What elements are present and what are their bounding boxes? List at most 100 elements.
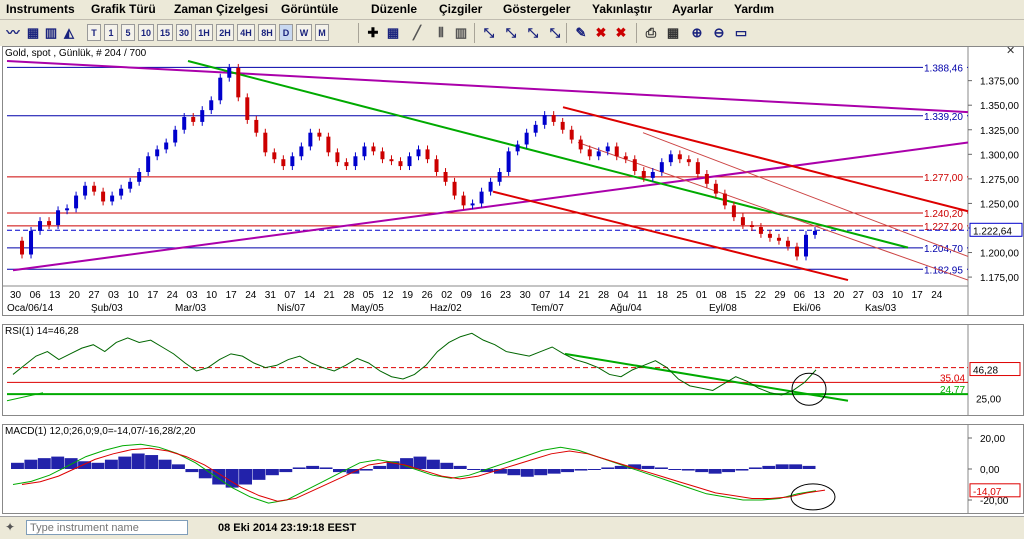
time-month-label: Kas/03	[865, 303, 897, 314]
rsi-current-label: 46,28	[973, 366, 998, 377]
grid-icon[interactable]: ▦	[384, 24, 402, 41]
macd-histogram-bar	[440, 462, 454, 469]
bar-chart-icon[interactable]: ▥	[42, 24, 60, 41]
line-tool-icon[interactable]: ╱	[408, 24, 426, 41]
price-panel[interactable]: Gold, spot , Günlük, # 204 / 700 ✕ 1.375…	[2, 45, 1024, 316]
timeframe-m-button[interactable]: M	[315, 24, 329, 41]
time-day-label: 09	[461, 290, 473, 301]
menu-5[interactable]: Çizgiler	[439, 2, 482, 16]
time-month-label: Haz/02	[430, 303, 462, 314]
price-tick-label: 1.250,00	[980, 199, 1019, 210]
rsi-label-24: 24,77	[940, 385, 965, 396]
pin-icon[interactable]: ✦	[5, 520, 15, 534]
bar-chart-icon[interactable]: ▥	[452, 24, 470, 41]
menu-6[interactable]: Göstergeler	[503, 2, 570, 16]
draw-line-tool-icon[interactable]: ⤡	[524, 24, 542, 41]
price-tick-label: 1.325,00	[980, 126, 1019, 137]
candle-body	[65, 208, 70, 211]
timeframe-1h-button[interactable]: 1H	[195, 24, 213, 41]
macd-histogram-bar	[520, 469, 534, 477]
candle-body	[605, 146, 610, 152]
macd-chart[interactable]: 20,000,00-20,00-14,07	[3, 425, 1023, 513]
candle-body	[497, 171, 502, 182]
macd-histogram-bar	[319, 467, 333, 469]
timeframe-4h-button[interactable]: 4H	[237, 24, 255, 41]
candle-body	[119, 188, 124, 196]
candle-body	[164, 142, 169, 150]
timeframe-w-button[interactable]: W	[296, 24, 312, 41]
chart-area[interactable]: Gold, spot , Günlük, # 204 / 700 ✕ 1.375…	[0, 45, 1024, 516]
zoom-fit-icon[interactable]: ▭	[732, 24, 750, 41]
grid-icon[interactable]: ▦	[664, 24, 682, 41]
candle-body	[254, 119, 259, 133]
menu-1[interactable]: Grafik Türü	[91, 2, 156, 16]
timeframe-10-button[interactable]: 10	[138, 24, 154, 41]
grid-icon[interactable]: ▦	[24, 24, 42, 41]
candle-body	[371, 146, 376, 152]
macd-histogram-bar	[789, 464, 803, 469]
menu-7[interactable]: Yakınlaştır	[592, 2, 652, 16]
macd-histogram-bar	[775, 464, 789, 469]
time-day-label: 06	[794, 290, 806, 301]
time-day-label: 10	[892, 290, 904, 301]
time-day-label: 03	[186, 290, 198, 301]
candlestick-icon[interactable]: ⫴	[432, 24, 450, 41]
timeframe-5-button[interactable]: 5	[121, 24, 135, 41]
macd-histogram-bar	[467, 469, 481, 470]
candle-body	[38, 221, 43, 231]
zoom-out-icon[interactable]: ⊖	[710, 24, 728, 41]
candle-body	[668, 154, 673, 163]
menu-8[interactable]: Ayarlar	[672, 2, 713, 16]
timeframe-2h-button[interactable]: 2H	[216, 24, 234, 41]
time-day-label: 06	[30, 290, 42, 301]
level-label: 1.388,46	[924, 63, 963, 74]
macd-histogram-bar	[426, 459, 440, 469]
time-day-label: 15	[735, 290, 747, 301]
menu-9[interactable]: Yardım	[734, 2, 774, 16]
timeframe-1-button[interactable]: 1	[104, 24, 118, 41]
menu-bar: Instruments Grafik Türü Zaman Çizelgesi Gör…	[0, 0, 1024, 20]
rsi-panel[interactable]: RSI(1) 14=46,28 35,04 24,77 25,00 46,28	[2, 324, 1024, 416]
time-day-label: 16	[480, 290, 492, 301]
macd-panel[interactable]: MACD(1) 12,0;26,0;9,0=-14,07/-16,28/2,20…	[2, 424, 1024, 514]
timeframe-d-button[interactable]: D	[279, 24, 293, 41]
draw-line-tool-icon[interactable]: ⤡	[546, 24, 564, 41]
time-day-label: 25	[676, 290, 688, 301]
instrument-search-input[interactable]	[26, 520, 188, 535]
timeframe-8h-button[interactable]: 8H	[258, 24, 276, 41]
menu-3[interactable]: Görüntüle	[281, 2, 338, 16]
rsi-chart[interactable]: 35,0424,77 25,00 46,28	[3, 325, 1023, 415]
menu-4[interactable]: Düzenle	[371, 2, 417, 16]
time-day-label: 24	[931, 290, 943, 301]
draw-line-tool-icon[interactable]: ⤡	[502, 24, 520, 41]
candle-body	[299, 146, 304, 157]
delete-icon[interactable]: ✖	[592, 24, 610, 41]
macd-histogram-bar	[762, 465, 776, 469]
area-chart-icon[interactable]: ◭	[60, 24, 78, 41]
menu-0[interactable]: Instruments	[6, 2, 75, 16]
trend-line-purple-bottom	[12, 141, 969, 272]
line-chart-icon[interactable]: 〰	[4, 24, 22, 41]
candle-body	[713, 183, 718, 194]
toolbar-separator	[358, 23, 359, 43]
menu-2[interactable]: Zaman Çizelgesi	[174, 2, 268, 16]
pencil-icon[interactable]: ✎	[572, 24, 590, 41]
timeframe-30-button[interactable]: 30	[176, 24, 192, 41]
price-tick-label: 1.200,00	[980, 249, 1019, 260]
time-day-label: 23	[500, 290, 512, 301]
candle-body	[281, 159, 286, 167]
zoom-in-icon[interactable]: ⊕	[688, 24, 706, 41]
crosshair-icon[interactable]: ✚	[364, 24, 382, 41]
macd-histogram-bar	[185, 469, 199, 473]
print-icon[interactable]: ⎙	[642, 24, 660, 41]
delete-icon[interactable]: ✖	[612, 24, 630, 41]
draw-line-tool-icon[interactable]: ⤡	[480, 24, 498, 41]
price-chart[interactable]: 1.375,00 1.350,00 1.325,00 1.300,00 1.275,00…	[3, 47, 1023, 315]
candle-body	[155, 149, 160, 157]
timeframe-t-button[interactable]: T	[87, 24, 101, 41]
macd-histogram-bar	[722, 469, 735, 473]
candle-body	[587, 149, 592, 157]
time-day-label: 17	[226, 290, 238, 301]
candle-body	[758, 226, 763, 234]
timeframe-15-button[interactable]: 15	[157, 24, 173, 41]
